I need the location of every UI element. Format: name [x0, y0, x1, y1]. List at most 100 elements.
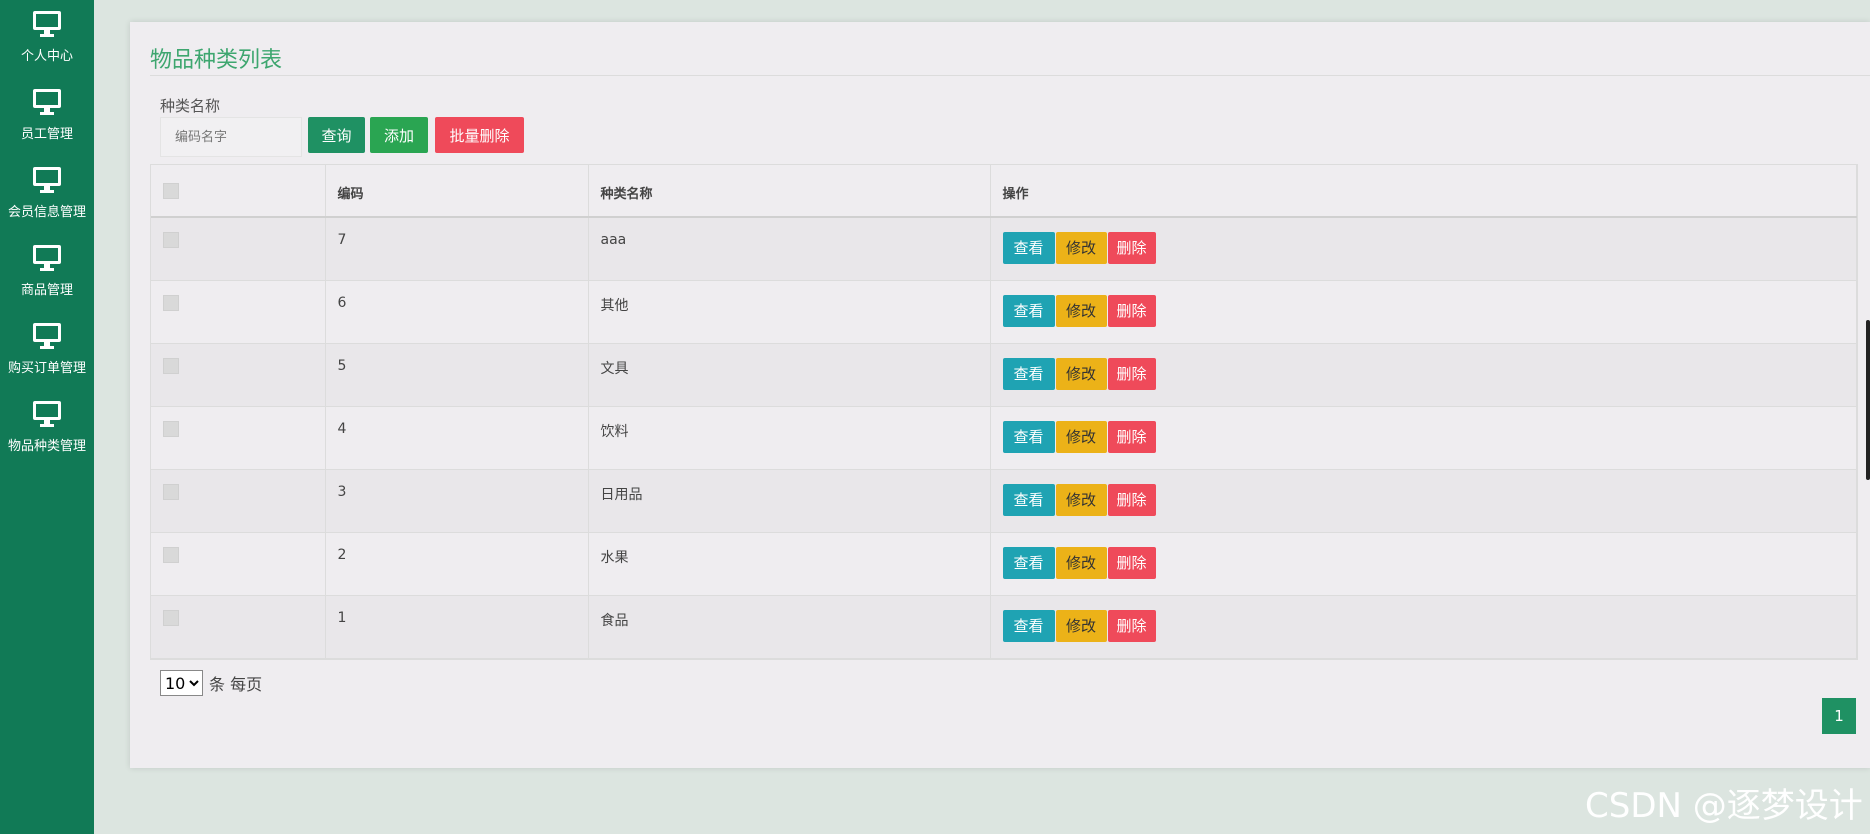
- view-button[interactable]: 查看: [1002, 546, 1055, 579]
- row-checkbox[interactable]: [163, 357, 179, 374]
- delete-button[interactable]: 删除: [1107, 546, 1156, 579]
- sidebar: 个人中心 员工管理 会员信息管理 商品管理 购买订单管理 物品种类管理: [0, 0, 94, 834]
- table-header-row: 编码 种类名称 操作: [151, 165, 1857, 218]
- header-select-all-cell: [151, 165, 326, 218]
- row-actions: 查看 修改 删除: [990, 280, 1857, 344]
- row-category-name: aaa: [588, 217, 991, 281]
- sidebar-item-label: 购买订单管理: [7, 361, 86, 376]
- row-code: 6: [325, 280, 589, 344]
- row-checkbox[interactable]: [163, 232, 179, 248]
- header-category-name: 种类名称: [588, 165, 991, 218]
- row-code: 5: [325, 343, 589, 407]
- sidebar-item-label: 商品管理: [20, 283, 73, 298]
- scrollbar[interactable]: [1866, 320, 1870, 480]
- row-select-cell: [151, 532, 326, 596]
- sidebar-item-order-management[interactable]: 购买订单管理: [0, 312, 94, 390]
- edit-button[interactable]: 修改: [1055, 609, 1107, 642]
- delete-button[interactable]: 删除: [1107, 232, 1156, 264]
- row-select-cell: [151, 469, 326, 533]
- row-category-name: 日用品: [588, 469, 991, 533]
- edit-button[interactable]: 修改: [1055, 232, 1107, 264]
- row-category-name: 饮料: [588, 406, 991, 470]
- row-checkbox[interactable]: [163, 546, 179, 563]
- delete-button[interactable]: 删除: [1107, 294, 1156, 327]
- row-checkbox[interactable]: [163, 294, 179, 311]
- table-row: 5 文具 查看 修改 删除: [151, 343, 1857, 407]
- title-divider: [150, 75, 1870, 76]
- table-row: 3 日用品 查看 修改 删除: [151, 469, 1857, 533]
- edit-button[interactable]: 修改: [1055, 420, 1107, 453]
- row-category-name: 水果: [588, 532, 991, 596]
- table-row: 2 水果 查看 修改 删除: [151, 532, 1857, 596]
- sidebar-item-label: 会员信息管理: [7, 205, 86, 220]
- sidebar-item-product-management[interactable]: 商品管理: [0, 234, 94, 312]
- delete-button[interactable]: 删除: [1107, 609, 1156, 642]
- row-actions: 查看 修改 删除: [990, 343, 1857, 407]
- header-actions: 操作: [990, 165, 1857, 218]
- monitor-icon: [33, 323, 61, 349]
- search-input[interactable]: [160, 117, 302, 157]
- add-button[interactable]: 添加: [370, 117, 428, 153]
- view-button[interactable]: 查看: [1002, 357, 1055, 390]
- monitor-icon: [33, 245, 61, 271]
- monitor-icon: [33, 167, 61, 193]
- view-button[interactable]: 查看: [1002, 609, 1055, 642]
- row-select-cell: [151, 595, 326, 659]
- row-checkbox[interactable]: [163, 420, 179, 437]
- row-category-name: 食品: [588, 595, 991, 659]
- row-category-name: 文具: [588, 343, 991, 407]
- header-code: 编码: [325, 165, 589, 218]
- content-panel: 物品种类列表 种类名称 查询 添加 批量删除 编码 种类名称 操作 7 aaa …: [130, 22, 1870, 768]
- pagination-page-button[interactable]: 1: [1822, 698, 1856, 734]
- row-code: 4: [325, 406, 589, 470]
- monitor-icon: [33, 11, 61, 37]
- watermark: CSDN @逐梦设计: [1585, 786, 1863, 826]
- row-select-cell: [151, 343, 326, 407]
- row-actions: 查看 修改 删除: [990, 595, 1857, 659]
- edit-button[interactable]: 修改: [1055, 294, 1107, 327]
- edit-button[interactable]: 修改: [1055, 357, 1107, 390]
- table-row: 4 饮料 查看 修改 删除: [151, 406, 1857, 470]
- row-actions: 查看 修改 删除: [990, 406, 1857, 470]
- edit-button[interactable]: 修改: [1055, 546, 1107, 579]
- row-checkbox[interactable]: [163, 483, 179, 500]
- table-row: 1 食品 查看 修改 删除: [151, 595, 1857, 659]
- sidebar-item-member-management[interactable]: 会员信息管理: [0, 156, 94, 234]
- select-all-checkbox[interactable]: [163, 183, 179, 199]
- sidebar-item-personal-center[interactable]: 个人中心: [0, 0, 94, 78]
- row-code: 1: [325, 595, 589, 659]
- view-button[interactable]: 查看: [1002, 483, 1055, 516]
- table-row: 6 其他 查看 修改 删除: [151, 280, 1857, 344]
- table-row: 7 aaa 查看 修改 删除: [151, 217, 1857, 281]
- sidebar-item-employee-management[interactable]: 员工管理: [0, 78, 94, 156]
- row-category-name: 其他: [588, 280, 991, 344]
- page-size-suffix: 条 每页: [209, 675, 263, 694]
- row-checkbox[interactable]: [163, 609, 179, 626]
- page-title: 物品种类列表: [150, 48, 283, 73]
- row-actions: 查看 修改 删除: [990, 469, 1857, 533]
- delete-button[interactable]: 删除: [1107, 483, 1156, 516]
- row-code: 7: [325, 217, 589, 281]
- sidebar-item-label: 个人中心: [20, 49, 73, 64]
- view-button[interactable]: 查看: [1002, 294, 1055, 327]
- query-button[interactable]: 查询: [308, 117, 365, 153]
- category-table: 编码 种类名称 操作 7 aaa 查看修改删除 6 其他 查看修改删除: [150, 164, 1858, 660]
- monitor-icon: [33, 89, 61, 115]
- view-button[interactable]: 查看: [1002, 232, 1055, 264]
- row-code: 2: [325, 532, 589, 596]
- monitor-icon: [33, 401, 61, 427]
- sidebar-item-category-management[interactable]: 物品种类管理: [0, 390, 94, 468]
- page-size-select[interactable]: 10: [160, 670, 203, 696]
- page-size-control: 10 条 每页: [160, 670, 262, 696]
- delete-button[interactable]: 删除: [1107, 357, 1156, 390]
- row-code: 3: [325, 469, 589, 533]
- row-actions: 查看 修改 删除: [990, 217, 1857, 281]
- edit-button[interactable]: 修改: [1055, 483, 1107, 516]
- delete-button[interactable]: 删除: [1107, 420, 1156, 453]
- view-button[interactable]: 查看: [1002, 420, 1055, 453]
- row-actions: 查看 修改 删除: [990, 532, 1857, 596]
- batch-delete-button[interactable]: 批量删除: [435, 117, 524, 153]
- row-select-cell: [151, 217, 326, 281]
- sidebar-item-label: 物品种类管理: [7, 439, 86, 454]
- row-select-cell: [151, 280, 326, 344]
